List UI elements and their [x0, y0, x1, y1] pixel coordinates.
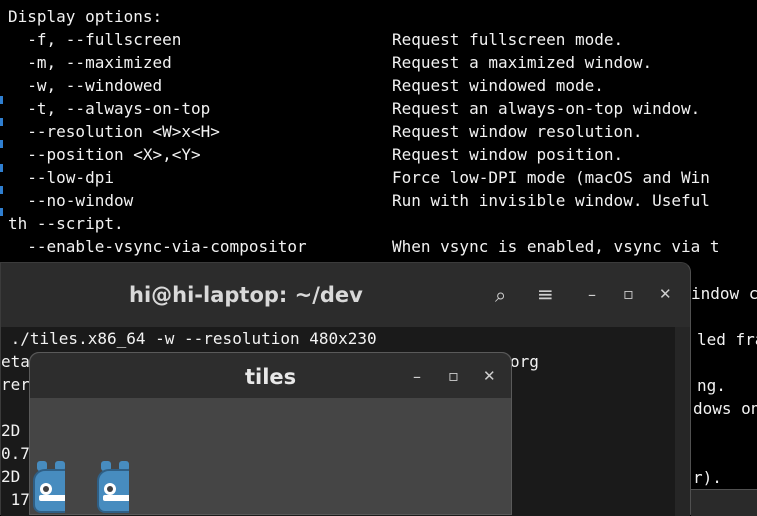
- background-window-edge: [691, 489, 757, 516]
- terminal-fragment: led fra: [697, 330, 757, 349]
- window-title: tiles: [245, 365, 297, 389]
- hamburger-menu-icon[interactable]: ≡: [537, 282, 554, 306]
- terminal-line: --resolution <W>x<H>: [8, 122, 220, 141]
- terminal-line-desc: Request a maximized window.: [392, 53, 653, 72]
- terminal-line-desc: Request window resolution.: [392, 122, 643, 141]
- terminal-fragment: ng.: [697, 376, 726, 395]
- terminal-line: --no-window: [8, 191, 134, 210]
- minimize-icon[interactable]: –: [413, 367, 421, 386]
- tiles-titlebar[interactable]: tiles – ▫ ✕: [30, 353, 511, 398]
- terminal-line-desc: Request window position.: [392, 145, 624, 164]
- terminal-line-desc: When vsync is enabled, vsync via t: [392, 237, 720, 256]
- close-icon[interactable]: ✕: [483, 367, 496, 385]
- maximize-icon[interactable]: ▫: [623, 284, 634, 303]
- terminal-line-desc: Request fullscreen mode.: [392, 30, 624, 49]
- terminal-line: 2D: [1, 467, 21, 486]
- scrollbar[interactable]: [675, 327, 690, 516]
- terminal-line-desc: Run with invisible window. Useful: [392, 191, 710, 210]
- terminal-line: --low-dpi: [8, 168, 114, 187]
- godot-logo-icon: [95, 461, 129, 516]
- terminal-line: --position <X>,<Y>: [8, 145, 201, 164]
- terminal-line: rer: [1, 375, 30, 394]
- close-icon[interactable]: ✕: [659, 285, 672, 303]
- terminal-line-desc: Force low-DPI mode (macOS and Win: [392, 168, 710, 187]
- terminal-line-desc: Request windowed mode.: [392, 76, 604, 95]
- terminal-line: ./tiles.x86_64 -w --resolution 480x230: [1, 329, 377, 348]
- terminal-line: 2D: [1, 421, 21, 440]
- terminal-line: -f, --fullscreen: [8, 30, 182, 49]
- tiles-window[interactable]: tiles – ▫ ✕: [29, 352, 512, 515]
- terminal-line: -m, --maximized: [8, 53, 172, 72]
- terminal-line: eta: [1, 352, 30, 371]
- window-title: hi@hi-laptop: ~/dev: [129, 283, 363, 307]
- terminal-titlebar[interactable]: hi@hi-laptop: ~/dev ⌕ ≡ – ▫ ✕: [1, 263, 690, 327]
- terminal-line: th --script.: [8, 214, 124, 233]
- window-edge-marks: [0, 96, 4, 236]
- godot-logo-icon: [31, 461, 65, 516]
- search-icon[interactable]: ⌕: [495, 283, 506, 307]
- terminal-line: -t, --always-on-top: [8, 99, 211, 118]
- terminal-fragment: dows on: [693, 399, 757, 418]
- terminal-fragment: indow c: [691, 284, 757, 303]
- minimize-icon[interactable]: –: [588, 285, 596, 304]
- maximize-icon[interactable]: ▫: [448, 366, 459, 385]
- terminal-line: --enable-vsync-via-compositor: [8, 237, 307, 256]
- terminal-line: Display options:: [8, 7, 163, 26]
- terminal-line: -w, --windowed: [8, 76, 163, 95]
- terminal-fragment: r).: [693, 468, 722, 487]
- terminal-line: 17: [1, 490, 30, 509]
- terminal-fragment: org: [510, 352, 539, 371]
- terminal-line-desc: Request an always-on-top window.: [392, 99, 701, 118]
- terminal-line: 0.7: [1, 444, 30, 463]
